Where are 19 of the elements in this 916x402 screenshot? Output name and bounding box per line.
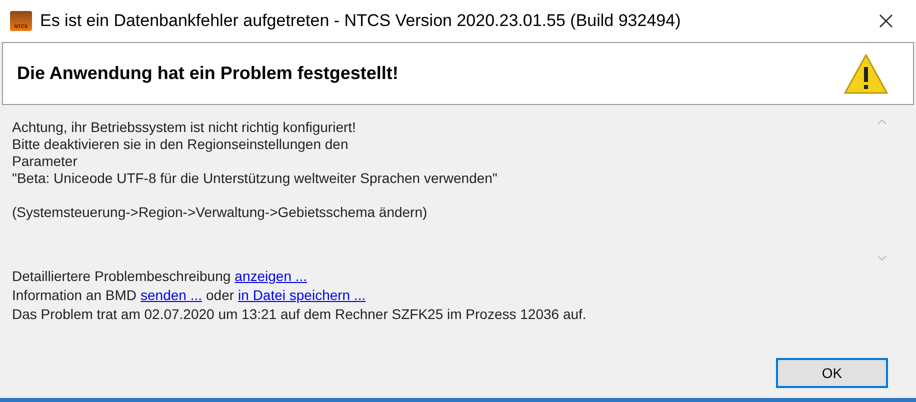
header-title: Die Anwendung hat ein Problem festgestellt! bbox=[17, 62, 400, 85]
window-title: Es ist ein Datenbankfehler aufgetreten - NTCS Version 2020.23.01.55 (Build 932494) bbox=[40, 10, 681, 32]
ok-button[interactable]: OK bbox=[776, 358, 888, 388]
warning-icon bbox=[843, 52, 889, 94]
info-text: Das Problem trat am 02.07.2020 um 13:21 auf dem Rechner SZFK25 im Prozess 12036 auf. bbox=[12, 305, 586, 324]
link[interactable]: anzeigen ... bbox=[234, 267, 308, 286]
scroll-down-icon bbox=[877, 255, 887, 261]
message-line: "Beta: Uniceode UTF-8 für die Unterstützung weltweiter Sprachen verwenden" bbox=[12, 170, 498, 187]
message-line: (Systemsteuerung->Region->Verwaltung->Gebietsschema ändern) bbox=[12, 204, 428, 221]
link[interactable]: senden ... bbox=[140, 286, 202, 305]
link[interactable]: in Datei speichern ... bbox=[238, 286, 366, 305]
info-text: Detailliertere Problembeschreibung bbox=[12, 267, 231, 286]
info-text: oder bbox=[206, 286, 234, 305]
info-text: Information an BMD bbox=[12, 286, 136, 305]
close-icon bbox=[878, 13, 894, 29]
scroll-up-icon bbox=[877, 119, 887, 125]
message-line: Bitte deaktivieren sie in den Regionseinstellungen den bbox=[12, 136, 350, 153]
message-line: Parameter bbox=[12, 153, 78, 170]
message-line: Achtung, ihr Betriebssystem ist nicht richtig konfiguriert! bbox=[12, 119, 357, 136]
